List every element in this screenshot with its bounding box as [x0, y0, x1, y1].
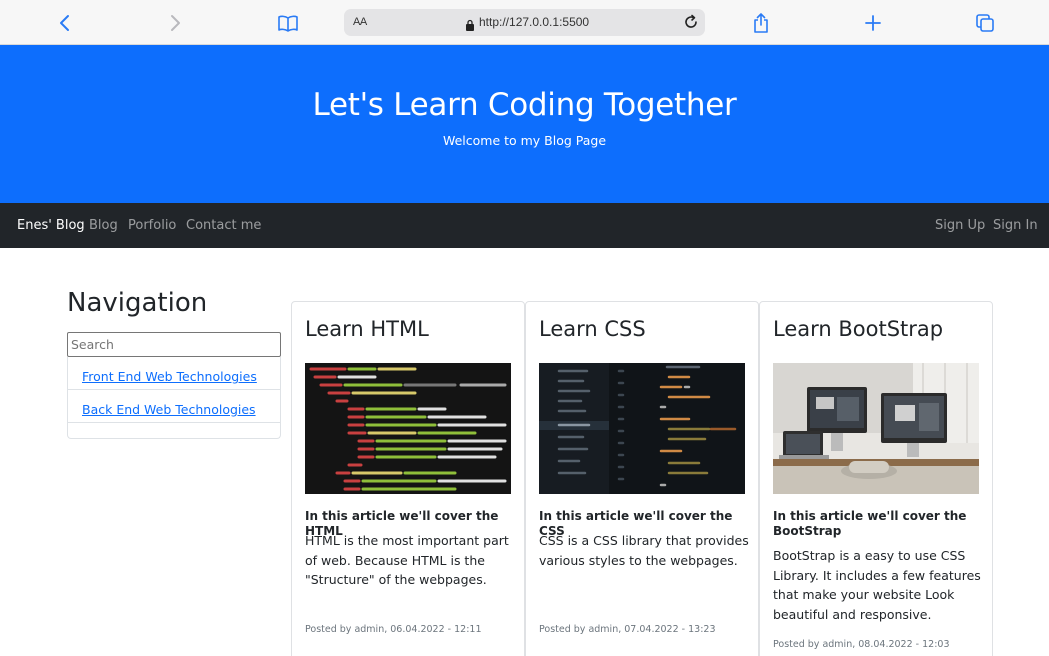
front-end-link[interactable]: Front End Web Technologies — [82, 369, 257, 384]
sidebar-list: Front End Web Technologies Back End Web … — [67, 357, 281, 439]
card-meta: Posted by admin, 08.04.2022 - 12:03 — [773, 639, 950, 650]
hero-title: Let's Learn Coding Together — [312, 87, 737, 123]
reload-icon[interactable] — [682, 13, 700, 35]
html-code-image — [305, 363, 511, 494]
navbar-brand[interactable]: Enes' Blog — [17, 218, 85, 233]
sign-in-link[interactable]: Sign In — [993, 218, 1038, 233]
card-title: Learn CSS — [539, 317, 646, 341]
nav-link-portfolio[interactable]: Porfolio — [128, 218, 176, 233]
card-text: CSS is a CSS library that provides vario… — [539, 533, 749, 568]
card-meta: Posted by admin, 06.04.2022 - 12:11 — [305, 624, 482, 635]
forward-icon[interactable] — [160, 8, 190, 38]
card-title: Learn HTML — [305, 317, 429, 341]
sidebar-item-back-end: Back End Web Technologies — [68, 390, 280, 423]
tabs-icon[interactable] — [970, 8, 1000, 38]
hero-subtitle: Welcome to my Blog Page — [442, 133, 607, 148]
share-icon[interactable] — [746, 8, 776, 38]
card-bootstrap: Learn BootStrap In this article we'll co… — [759, 301, 993, 656]
card-text: BootStrap is a easy to use CSS Library. … — [773, 548, 981, 622]
main-navbar: Enes' Blog Blog Porfolio Contact me Sign… — [0, 203, 1049, 248]
workspace-image — [773, 363, 979, 494]
text-size-button[interactable]: AA — [353, 16, 367, 28]
card-css: Learn CSS In this article we'll cover th… — [525, 301, 759, 656]
back-end-link[interactable]: Back End Web Technologies — [82, 402, 256, 417]
sign-up-link[interactable]: Sign Up — [935, 218, 985, 233]
nav-link-contact[interactable]: Contact me — [186, 218, 261, 233]
css-code-image — [539, 363, 745, 494]
search-input[interactable] — [67, 332, 281, 357]
hero-banner: Let's Learn Coding Together Welcome to m… — [0, 45, 1049, 203]
sidebar-title: Navigation — [67, 288, 208, 318]
browser-toolbar: AA http://127.0.0.1:5500 — [0, 0, 1049, 45]
address-bar[interactable]: AA http://127.0.0.1:5500 — [344, 9, 705, 36]
plus-icon[interactable] — [858, 8, 888, 38]
lock-icon — [465, 16, 475, 35]
card-title: Learn BootStrap — [773, 317, 944, 341]
sidebar-item-front-end: Front End Web Technologies — [68, 357, 280, 390]
back-icon[interactable] — [50, 8, 80, 38]
card-text: HTML is the most important part of web. … — [305, 533, 509, 588]
card-subtitle: In this article we'll cover the BootStra… — [773, 509, 967, 538]
card-html: Learn HTML In this article we'll cover t… — [291, 301, 525, 656]
book-icon[interactable] — [273, 8, 303, 38]
url-text: http://127.0.0.1:5500 — [479, 15, 590, 29]
card-meta: Posted by admin, 07.04.2022 - 13:23 — [539, 624, 716, 635]
nav-link-blog[interactable]: Blog — [89, 218, 118, 233]
